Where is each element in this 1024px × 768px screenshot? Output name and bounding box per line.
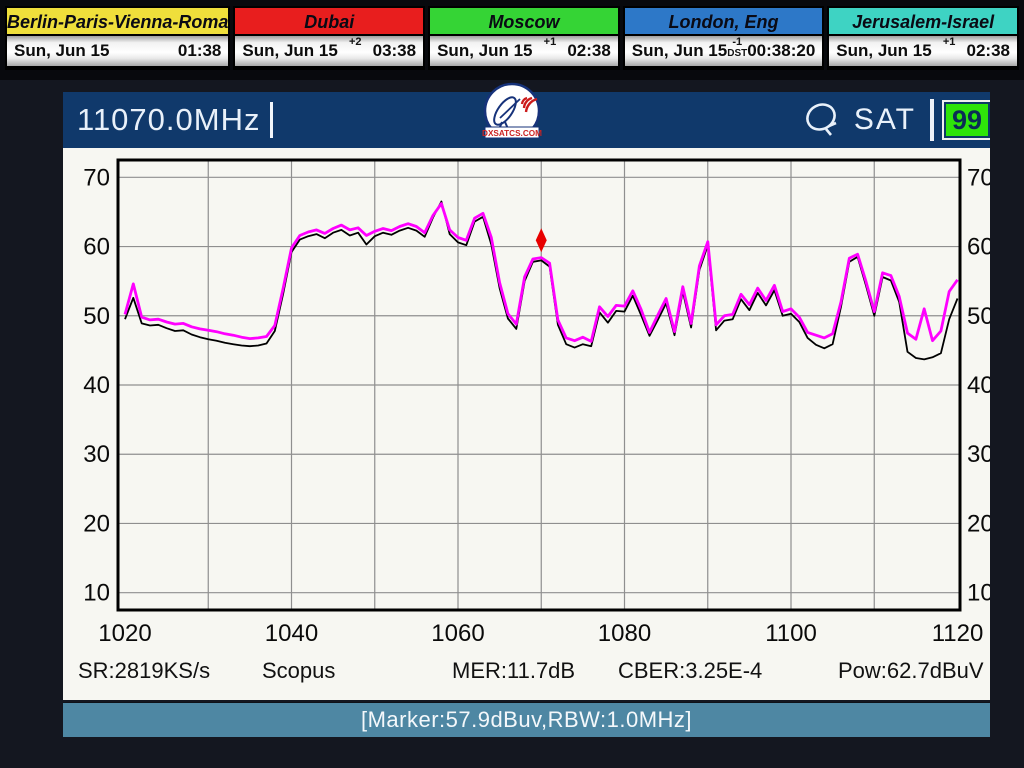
clock-date: Sun, Jun 15 bbox=[836, 41, 931, 61]
y-axis-tick-label-right: 10 bbox=[967, 580, 990, 607]
clock-date: Sun, Jun 15 bbox=[242, 41, 337, 61]
y-axis-tick-label-left: 20 bbox=[83, 510, 110, 537]
header-separator bbox=[930, 99, 934, 141]
clock-time: 03:38 bbox=[373, 41, 416, 61]
marker-readout: [Marker:57.9dBuv,RBW:1.0MHz] bbox=[361, 707, 692, 733]
provider-readout: Scopus bbox=[262, 658, 335, 684]
frequency-value[interactable]: 11070.0MHz bbox=[77, 102, 260, 138]
marker-diamond-icon bbox=[536, 228, 547, 252]
header-right-group: SAT 99 bbox=[802, 92, 990, 148]
text-caret bbox=[270, 102, 273, 138]
clock-datetime: Sun, Jun 15+102:38 bbox=[829, 36, 1017, 66]
clock-datetime: Sun, Jun 15-1DST00:38:20 bbox=[625, 36, 822, 66]
spectrum-chart: 1010202030304040505060607070102010401060… bbox=[63, 148, 990, 700]
logo-text: DXSATCS.COM bbox=[482, 129, 542, 138]
clock-city-label: Moscow bbox=[430, 8, 618, 36]
y-axis-tick-label-right: 40 bbox=[967, 372, 990, 399]
y-axis-tick-label-left: 70 bbox=[83, 164, 110, 191]
clock-datetime: Sun, Jun 15+203:38 bbox=[235, 36, 423, 66]
y-axis-tick-label-left: 30 bbox=[83, 441, 110, 468]
status-row: SR:2819KS/s Scopus MER:11.7dB CBER:3.25E… bbox=[63, 658, 990, 688]
clock-time: 02:38 bbox=[567, 41, 610, 61]
y-axis-tick-label-left: 40 bbox=[83, 372, 110, 399]
x-axis-tick-label: 1120 bbox=[932, 620, 984, 647]
y-axis-tick-label-right: 20 bbox=[967, 510, 990, 537]
clock-date: Sun, Jun 15 bbox=[437, 41, 532, 61]
clock-cell-4: Jerusalem-IsraelSun, Jun 15+102:38 bbox=[827, 6, 1019, 70]
clock-cell-0: Berlin-Paris-Vienna-Roma Sun, Jun 15 01:38 bbox=[5, 6, 230, 70]
clock-time: 02:38 bbox=[967, 41, 1010, 61]
clock-utc-offset: +1 bbox=[932, 36, 967, 66]
world-clock-strip: Berlin-Paris-Vienna-Roma Sun, Jun 15 01:38… bbox=[0, 0, 1024, 80]
y-axis-tick-label-left: 50 bbox=[83, 303, 110, 330]
clock-city-label: London, Eng bbox=[625, 8, 822, 36]
spectrum-plot: 1010202030304040505060607070102010401060… bbox=[63, 148, 990, 700]
clock-utc-offset bbox=[109, 36, 177, 66]
symbol-rate-readout: SR:2819KS/s bbox=[78, 658, 210, 684]
mer-readout: MER:11.7dB bbox=[452, 658, 575, 684]
spectrum-analyzer-panel: 11070.0MHz SAT 99 1010202030304040505060… bbox=[63, 92, 990, 737]
satellite-dish-icon bbox=[802, 100, 844, 140]
clock-utc-offset: +1 bbox=[533, 36, 568, 66]
y-axis-tick-label-left: 60 bbox=[83, 234, 110, 261]
x-axis-tick-label: 1040 bbox=[265, 620, 318, 647]
marker-status-bar: [Marker:57.9dBuv,RBW:1.0MHz] bbox=[63, 702, 990, 737]
y-axis-tick-label-right: 50 bbox=[967, 303, 990, 330]
clock-time: 00:38:20 bbox=[747, 41, 815, 61]
clock-date: Sun, Jun 15 bbox=[14, 41, 109, 61]
clock-cell-2: MoscowSun, Jun 15+102:38 bbox=[428, 6, 620, 70]
x-axis-tick-label: 1020 bbox=[98, 620, 151, 647]
clock-date: Sun, Jun 15 bbox=[632, 41, 727, 61]
clock-utc-offset: +2 bbox=[338, 36, 373, 66]
clock-city-label: Jerusalem-Israel bbox=[829, 8, 1017, 36]
cber-readout: CBER:3.25E-4 bbox=[618, 658, 762, 684]
y-axis-tick-label-right: 60 bbox=[967, 234, 990, 261]
clock-utc-offset: -1DST bbox=[727, 36, 747, 66]
clock-time: 01:38 bbox=[178, 41, 221, 61]
clock-cell-1: DubaiSun, Jun 15+203:38 bbox=[233, 6, 425, 70]
clock-city-label: Dubai bbox=[235, 8, 423, 36]
sat-label: SAT bbox=[854, 103, 916, 137]
y-axis-tick-label-right: 70 bbox=[967, 164, 990, 191]
dxsatcs-logo: DXSATCS.COM bbox=[478, 82, 546, 146]
x-axis-tick-label: 1060 bbox=[431, 620, 484, 647]
clock-datetime: Sun, Jun 15 01:38 bbox=[7, 36, 228, 66]
x-axis-tick-label: 1100 bbox=[765, 620, 817, 647]
y-axis-tick-label-right: 30 bbox=[967, 441, 990, 468]
power-readout: Pow:62.7dBuV bbox=[838, 658, 984, 684]
signal-quality-frame: 99 bbox=[942, 100, 990, 140]
clock-city-label: Berlin-Paris-Vienna-Roma bbox=[7, 8, 228, 36]
x-axis-tick-label: 1080 bbox=[598, 620, 651, 647]
clock-datetime: Sun, Jun 15+102:38 bbox=[430, 36, 618, 66]
clock-cell-3: London, EngSun, Jun 15-1DST00:38:20 bbox=[623, 6, 824, 70]
frequency-field[interactable]: 11070.0MHz bbox=[63, 102, 273, 138]
signal-quality-value: 99 bbox=[944, 102, 990, 138]
y-axis-tick-label-left: 10 bbox=[83, 580, 110, 607]
